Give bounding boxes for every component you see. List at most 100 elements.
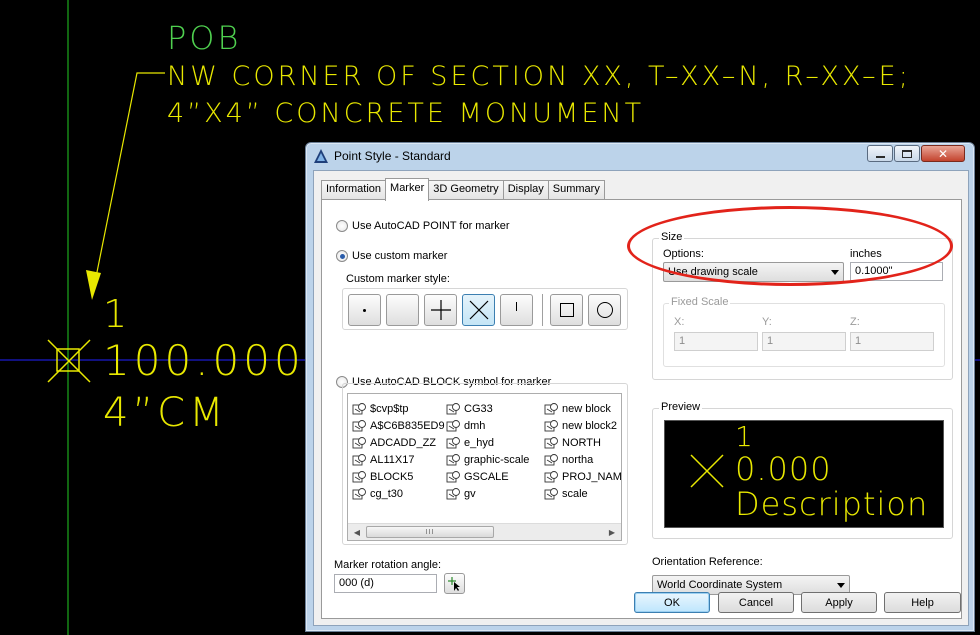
- block-list-item[interactable]: cg_t30: [352, 485, 403, 502]
- block-list-item[interactable]: ADCADD_ZZ: [352, 434, 436, 451]
- close-button[interactable]: ✕: [921, 145, 965, 162]
- size-value-input[interactable]: 0.1000": [850, 262, 943, 281]
- size-units-label: inches: [850, 248, 882, 260]
- marker-style-circle[interactable]: [588, 294, 621, 326]
- marker-style-plus[interactable]: [424, 294, 457, 326]
- block-list-item[interactable]: gv: [446, 485, 476, 502]
- dialog-client-area: Information Marker 3D Geometry Display S…: [313, 170, 969, 626]
- minimize-button[interactable]: [867, 145, 893, 162]
- block-list-item[interactable]: dmh: [446, 417, 485, 434]
- cancel-button[interactable]: Cancel: [718, 592, 794, 613]
- marker-style-square[interactable]: [550, 294, 583, 326]
- block-list-item[interactable]: new block: [544, 400, 611, 417]
- tab-marker[interactable]: Marker: [385, 178, 430, 201]
- block-list-item-label: new block: [562, 402, 611, 415]
- plus-icon: [430, 300, 451, 320]
- fixed-scale-y-label: Y:: [762, 316, 772, 328]
- block-list-item[interactable]: GSCALE: [446, 468, 509, 485]
- scroll-thumb[interactable]: III: [366, 526, 494, 538]
- dot-icon: [363, 308, 366, 312]
- block-symbol-icon: [352, 419, 366, 431]
- radio-button[interactable]: [336, 220, 348, 232]
- marker-style-x[interactable]: [462, 294, 495, 326]
- pick-cursor-icon: [447, 576, 460, 591]
- fixed-scale-x-input[interactable]: 1: [674, 332, 758, 351]
- marker-preview: 1 0.000 Description: [664, 420, 944, 528]
- block-symbol-list[interactable]: $cvp$tp CG33 new block A$C6B835ED9 dmh new bl…: [347, 393, 622, 541]
- block-list-item-label: ADCADD_ZZ: [370, 436, 437, 449]
- block-list-item-label: new block2: [562, 419, 618, 432]
- tab-information[interactable]: Information: [321, 180, 387, 200]
- block-list-item[interactable]: A$C6B835ED9: [352, 417, 445, 434]
- help-button[interactable]: Help: [884, 592, 961, 613]
- block-list-item-label: BLOCK5: [370, 470, 414, 483]
- block-symbol-icon: [544, 436, 558, 448]
- marker-style-tick[interactable]: [500, 294, 533, 326]
- block-list-item[interactable]: AL11X17: [352, 451, 414, 468]
- block-symbol-icon: [446, 470, 460, 482]
- block-list-item[interactable]: CG33: [446, 400, 493, 417]
- maximize-icon: [902, 149, 912, 158]
- block-symbol-icon: [352, 436, 366, 448]
- preview-group-label: Preview: [659, 401, 703, 413]
- fixed-scale-y-input[interactable]: 1: [762, 332, 846, 351]
- block-list-item[interactable]: scale: [544, 485, 588, 502]
- block-symbol-icon: [544, 470, 558, 482]
- scroll-right-icon[interactable]: ▶: [605, 526, 619, 538]
- point-style-dialog: Point Style - Standard ✕ Information Mar…: [305, 142, 975, 632]
- block-list-item-label: NORTH: [562, 436, 601, 449]
- tab-3d-geometry[interactable]: 3D Geometry: [428, 180, 504, 200]
- size-options-dropdown[interactable]: Use drawing scale: [663, 262, 844, 282]
- scroll-left-icon[interactable]: ◀: [350, 526, 364, 538]
- block-list-item[interactable]: northa: [544, 451, 593, 468]
- point-number-label: 1: [103, 292, 130, 336]
- tab-summary[interactable]: Summary: [547, 180, 605, 200]
- block-symbol-icon: [544, 419, 558, 431]
- block-symbol-icon: [544, 453, 558, 465]
- size-options-value: Use drawing scale: [668, 266, 758, 278]
- radio-custom-marker[interactable]: Use custom marker: [336, 250, 447, 262]
- radio-autocad-point[interactable]: Use AutoCAD POINT for marker: [336, 220, 510, 232]
- block-list-item[interactable]: graphic-scale: [446, 451, 529, 468]
- block-list-hscrollbar[interactable]: ◀ III ▶: [348, 523, 621, 540]
- block-list-item[interactable]: NORTH: [544, 434, 601, 451]
- block-list-item-label: northa: [562, 453, 594, 466]
- orientation-reference-value: World Coordinate System: [657, 579, 783, 591]
- block-symbol-icon: [446, 402, 460, 414]
- tab-display[interactable]: Display: [502, 180, 549, 200]
- maximize-button[interactable]: [894, 145, 920, 162]
- square-icon: [559, 303, 574, 317]
- block-list-item[interactable]: PROJ_NAM: [544, 468, 621, 485]
- circle-icon: [596, 302, 613, 318]
- block-list-item-label: dmh: [464, 419, 486, 432]
- apply-button[interactable]: Apply: [801, 592, 877, 613]
- block-list-item-label: GSCALE: [464, 470, 509, 483]
- preview-point-number: 1: [735, 420, 754, 453]
- tab-strip: Information Marker 3D Geometry Display S…: [321, 178, 605, 201]
- fixed-scale-z-input[interactable]: 1: [850, 332, 934, 351]
- block-list-item-label: $cvp$tp: [370, 402, 409, 415]
- block-list-item[interactable]: new block2: [544, 417, 617, 434]
- block-list-item[interactable]: e_hyd: [446, 434, 494, 451]
- block-symbol-icon: [544, 487, 558, 499]
- block-symbol-icon: [446, 419, 460, 431]
- close-icon: ✕: [937, 146, 949, 161]
- rotation-angle-input[interactable]: 000 (d): [334, 574, 437, 593]
- marker-style-dot[interactable]: [348, 294, 381, 326]
- ok-button[interactable]: OK: [634, 592, 710, 613]
- block-list-item[interactable]: BLOCK5: [352, 468, 413, 485]
- preview-elevation: 0.000: [735, 450, 832, 488]
- pick-rotation-button[interactable]: [444, 573, 465, 594]
- custom-marker-style-group: [342, 288, 628, 330]
- block-list-item-label: AL11X17: [370, 453, 415, 466]
- block-list-item[interactable]: $cvp$tp: [352, 400, 409, 417]
- dialog-titlebar[interactable]: Point Style - Standard ✕: [306, 143, 974, 169]
- block-list-item-label: CG33: [464, 402, 493, 415]
- point-marker[interactable]: [47, 339, 91, 383]
- fixed-scale-label: Fixed Scale: [669, 296, 731, 308]
- radio-button-checked[interactable]: [336, 250, 348, 262]
- marker-style-none[interactable]: [386, 294, 419, 326]
- marker-tab-panel: Use AutoCAD POINT for marker Use custom …: [321, 199, 962, 619]
- marker-style-separator: [542, 294, 543, 326]
- size-options-label: Options:: [663, 248, 704, 260]
